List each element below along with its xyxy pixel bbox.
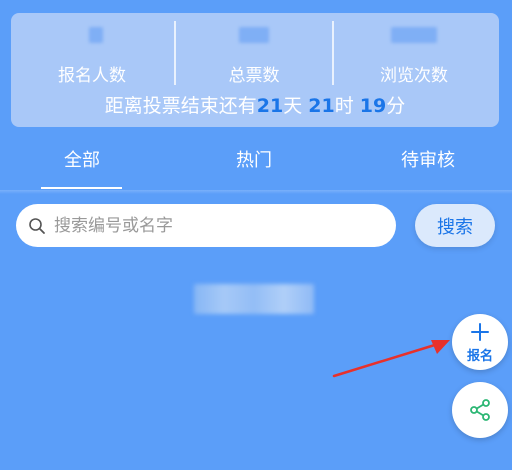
countdown-days-unit: 天 (283, 95, 303, 117)
countdown-minutes-unit: 分 (386, 95, 406, 117)
countdown-hours: 21 (308, 95, 335, 117)
stat-signups-value-blurred (89, 27, 103, 43)
active-tab-indicator (41, 187, 122, 189)
search-box (16, 204, 396, 247)
countdown-minutes: 19 (359, 95, 387, 117)
countdown-hours-unit: 时 (334, 95, 354, 117)
tab-hot[interactable]: 热门 (236, 146, 272, 172)
stat-views: 浏览次数 (333, 13, 495, 103)
share-button[interactable] (452, 382, 508, 438)
stat-signups: 报名人数 (11, 13, 173, 103)
tab-pending-review[interactable]: 待审核 (401, 146, 455, 172)
blurred-empty-content (194, 284, 314, 314)
countdown-days: 21 (256, 95, 284, 117)
register-button-label: 报名 (466, 349, 493, 364)
stat-total-votes-label: 总票数 (228, 66, 280, 86)
red-arrow-annotation (332, 340, 450, 378)
plus-icon (471, 323, 489, 341)
search-input[interactable] (54, 210, 384, 241)
stat-signups-label: 报名人数 (58, 66, 126, 86)
countdown-prefix: 距离投票结束还有 (104, 95, 257, 117)
search-button[interactable]: 搜索 (415, 204, 495, 247)
tab-all[interactable]: 全部 (64, 146, 100, 172)
stat-views-label: 浏览次数 (380, 66, 448, 86)
register-button[interactable]: 报名 (452, 314, 508, 370)
stats-card: 报名人数 总票数 浏览次数 距离投票结束还有21天 21时 19分 (11, 13, 499, 127)
share-icon (470, 399, 490, 421)
stat-total-votes: 总票数 (173, 13, 335, 103)
vote-countdown: 距离投票结束还有21天 21时 19分 (11, 91, 499, 118)
stat-total-votes-value-blurred (239, 27, 269, 43)
search-icon (29, 218, 45, 234)
tab-bar-divider (0, 190, 512, 194)
stat-views-value-blurred (391, 27, 437, 43)
tab-bar: 全部 热门 待审核 (0, 140, 512, 190)
